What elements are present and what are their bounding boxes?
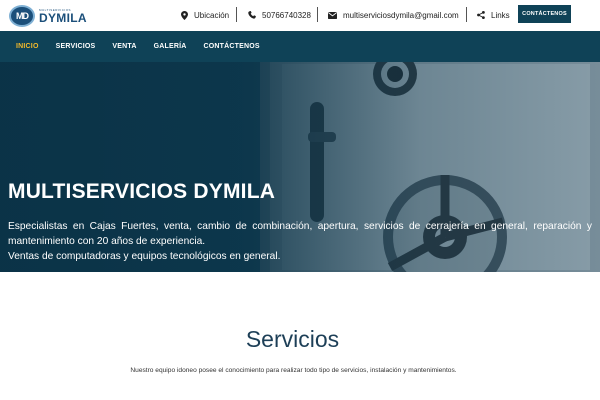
contact-button[interactable]: CONTÁCTENOS (518, 5, 571, 23)
top-bar: MD MULTISERVICIOS DYMILA Ubicación 50766… (0, 0, 600, 31)
divider (317, 7, 318, 22)
logo[interactable]: MD MULTISERVICIOS DYMILA (9, 4, 87, 28)
hero-banner: MULTISERVICIOS DYMILA Especialistas en C… (0, 62, 600, 272)
location-label: Ubicación (194, 10, 230, 20)
links-label: Links (491, 10, 510, 20)
hero-title: MULTISERVICIOS DYMILA (8, 180, 276, 203)
nav-item-venta[interactable]: VENTA (112, 43, 136, 50)
main-nav: INICIO SERVICIOS VENTA GALERÍA CONTÁCTEN… (0, 31, 600, 62)
phone-link[interactable]: 50766740328 (248, 8, 311, 22)
email-address: multiserviciosdymila@gmail.com (343, 10, 459, 20)
divider (236, 7, 237, 22)
nav-item-servicios[interactable]: SERVICIOS (56, 43, 96, 50)
services-subtitle: Nuestro equipo idoneo posee el conocimie… (130, 367, 457, 374)
hero-description-secondary: Ventas de computadoras y equipos tecnoló… (8, 251, 281, 262)
links-menu[interactable]: Links (477, 8, 510, 22)
envelope-icon (328, 11, 337, 19)
phone-icon (248, 11, 256, 19)
logo-name: DYMILA (39, 10, 87, 25)
services-title: Servicios (245, 326, 340, 352)
email-link[interactable]: multiserviciosdymila@gmail.com (328, 8, 459, 22)
phone-number: 50766740328 (262, 10, 311, 20)
logo-mark: MD (9, 5, 35, 27)
hero-description: Especialistas en Cajas Fuertes, venta, c… (8, 221, 592, 247)
divider (466, 7, 467, 22)
nav-item-inicio[interactable]: INICIO (16, 43, 39, 50)
share-icon (477, 11, 485, 19)
nav-item-contactenos[interactable]: CONTÁCTENOS (204, 43, 260, 50)
map-marker-icon (181, 10, 188, 20)
location-link[interactable]: Ubicación (181, 8, 229, 22)
nav-item-galeria[interactable]: GALERÍA (154, 43, 187, 50)
